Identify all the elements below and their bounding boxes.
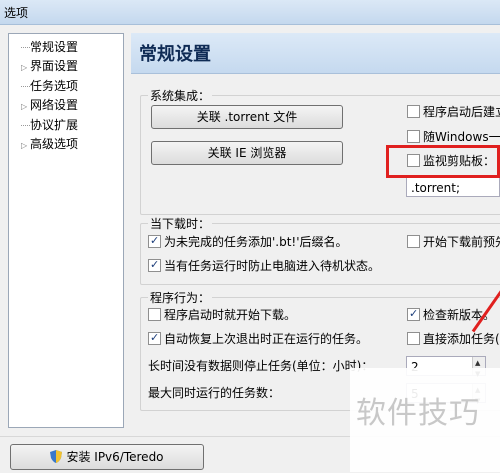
checkbox-icon[interactable] xyxy=(148,330,161,346)
checkbox-label: 为未完成的任务添加'.bt!'后缀名。 xyxy=(164,235,348,249)
tree-item-label: 高级选项 xyxy=(30,137,79,151)
settings-tree[interactable]: 常规设置 ▷ 界面设置 任务选项 ▷ 网络设置 协议扩展 ▷ 高级选项 xyxy=(8,33,124,428)
tree-item-label: 界面设置 xyxy=(30,59,79,73)
page-title: 常规设置 xyxy=(139,44,211,65)
window-title: 选项 xyxy=(4,6,29,20)
resume-tasks-checkbox[interactable]: 自动恢复上次退出时正在运行的任务。 xyxy=(148,330,369,347)
prevent-standby-checkbox[interactable]: 当有任务运行时防止电脑进入待机状态。 xyxy=(148,257,381,274)
checkbox-icon[interactable] xyxy=(407,105,420,118)
tree-line-icon xyxy=(21,46,30,49)
start-download-on-launch-checkbox[interactable]: 程序启动时就开始下载。 xyxy=(148,307,296,323)
tree-item-interface[interactable]: ▷ 界面设置 xyxy=(21,57,78,75)
tree-item-tasks[interactable]: 任务选项 xyxy=(21,77,78,95)
start-with-windows-checkbox[interactable]: 随Windows一起 xyxy=(407,129,500,145)
checkbox-label: 当有任务运行时防止电脑进入待机状态。 xyxy=(164,259,381,273)
checkbox-icon[interactable] xyxy=(148,308,161,321)
section-header: 常规设置 xyxy=(131,33,500,74)
highlight-annotation-box xyxy=(386,145,500,178)
tree-item-advanced[interactable]: ▷ 高级选项 xyxy=(21,135,78,153)
tree-item-label: 协议扩展 xyxy=(30,118,79,132)
expand-arrow-icon[interactable]: ▷ xyxy=(21,137,30,155)
tree-item-label: 网络设置 xyxy=(30,98,79,112)
checkbox-icon[interactable] xyxy=(148,257,161,273)
when-downloading-group xyxy=(140,223,500,285)
install-ipv6-button[interactable]: 安装 IPv6/Teredo xyxy=(10,444,204,470)
tree-item-label: 常规设置 xyxy=(30,40,79,54)
checkbox-label: 程序启动时就开始下载。 xyxy=(164,308,297,322)
idle-stop-label: 长时间没有数据则停止任务(单位：小时)： xyxy=(148,359,374,373)
checkbox-label: 自动恢复上次退出时正在运行的任务。 xyxy=(164,332,369,346)
tree-item-label: 任务选项 xyxy=(30,79,79,93)
checkbox-icon[interactable] xyxy=(407,235,420,248)
associate-ie-button[interactable]: 关联 IE 浏览器 xyxy=(151,141,343,165)
clipboard-extension-input[interactable]: .torrent; xyxy=(406,177,500,197)
preallocate-checkbox[interactable]: 开始下载前预先 xyxy=(407,234,500,250)
watermark-text: 软件技巧 xyxy=(356,396,480,431)
expand-arrow-icon[interactable]: ▷ xyxy=(21,98,30,116)
checkbox-icon[interactable] xyxy=(148,233,161,249)
expand-arrow-icon[interactable]: ▷ xyxy=(21,59,30,77)
checkbox-icon[interactable] xyxy=(407,306,420,322)
checkbox-icon[interactable] xyxy=(407,130,420,143)
checkbox-label: 直接添加任务(不 xyxy=(423,332,500,346)
add-task-directly-checkbox[interactable]: 直接添加任务(不 xyxy=(407,331,500,347)
button-label: 安装 IPv6/Teredo xyxy=(66,450,164,464)
title-bar: 选项 xyxy=(0,0,500,25)
watermark: 软件技巧 xyxy=(350,368,500,472)
startup-checkbox[interactable]: 程序启动后建立 xyxy=(407,104,500,120)
associate-torrent-button[interactable]: 关联 .torrent 文件 xyxy=(151,105,343,129)
tree-line-icon xyxy=(21,85,30,88)
group-title: 当下载时： xyxy=(148,215,213,232)
max-tasks-label: 最大同时运行的任务数： xyxy=(148,386,281,400)
checkbox-label: 开始下载前预先 xyxy=(423,235,500,249)
tree-item-network[interactable]: ▷ 网络设置 xyxy=(21,96,78,114)
tree-item-general[interactable]: 常规设置 xyxy=(21,38,78,56)
shield-icon xyxy=(50,450,63,463)
group-title: 系统集成： xyxy=(148,87,213,104)
tree-line-icon xyxy=(21,124,30,127)
bt-suffix-checkbox[interactable]: 为未完成的任务添加'.bt!'后缀名。 xyxy=(148,233,348,250)
checkbox-icon[interactable] xyxy=(407,332,420,345)
checkbox-label: 程序启动后建立 xyxy=(423,105,500,119)
tree-item-protocol[interactable]: 协议扩展 xyxy=(21,116,78,134)
group-title: 程序行为： xyxy=(148,289,213,306)
checkbox-label: 随Windows一起 xyxy=(423,130,500,144)
